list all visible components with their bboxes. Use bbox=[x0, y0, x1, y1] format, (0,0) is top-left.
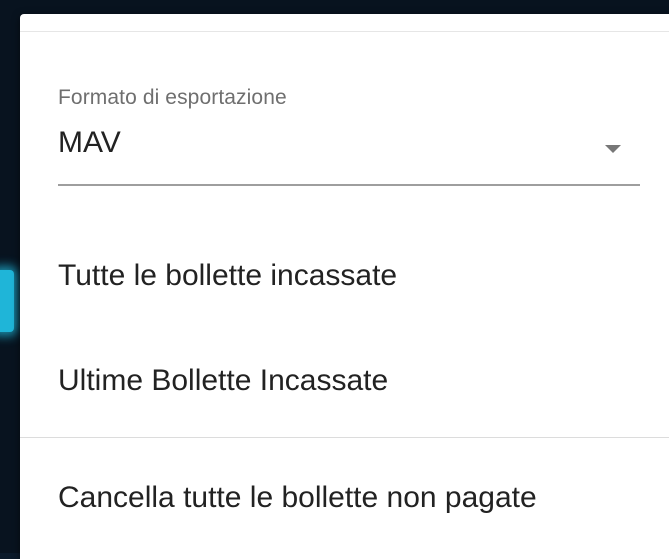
chevron-down-icon[interactable] bbox=[605, 145, 621, 153]
panel-top-divider bbox=[20, 31, 669, 32]
menu-divider bbox=[20, 437, 669, 438]
menu-item-latest-collected-bills[interactable]: Ultime Bollette Incassate bbox=[20, 346, 669, 416]
accent-glow bbox=[0, 270, 14, 332]
export-format-label: Formato di esportazione bbox=[58, 86, 287, 109]
select-underline bbox=[58, 184, 640, 186]
export-format-value[interactable]: MAV bbox=[58, 126, 121, 160]
menu-item-delete-unpaid-bills[interactable]: Cancella tutte le bollette non pagate bbox=[20, 463, 669, 533]
export-options-dialog: Formato di esportazione MAV Tutte le bol… bbox=[20, 14, 669, 559]
menu-item-all-collected-bills[interactable]: Tutte le bollette incassate bbox=[20, 241, 669, 311]
